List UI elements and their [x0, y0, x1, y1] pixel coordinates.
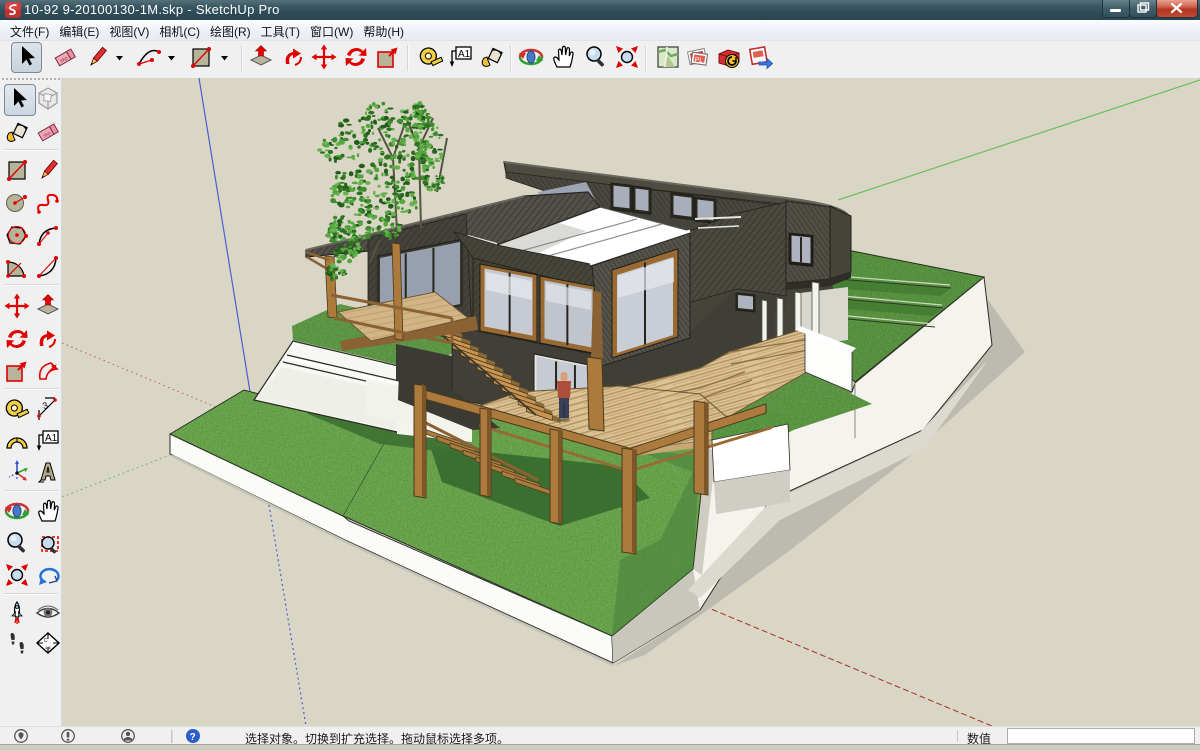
svg-text:A1: A1 — [45, 433, 58, 444]
svg-text:C: C — [44, 638, 48, 644]
svg-text:4-6: 4-6 — [45, 645, 52, 650]
svg-text:PL: PL — [694, 57, 704, 65]
svg-text:?: ? — [190, 732, 196, 743]
svg-text:3: 3 — [41, 400, 49, 411]
svg-text:A1: A1 — [458, 49, 471, 60]
